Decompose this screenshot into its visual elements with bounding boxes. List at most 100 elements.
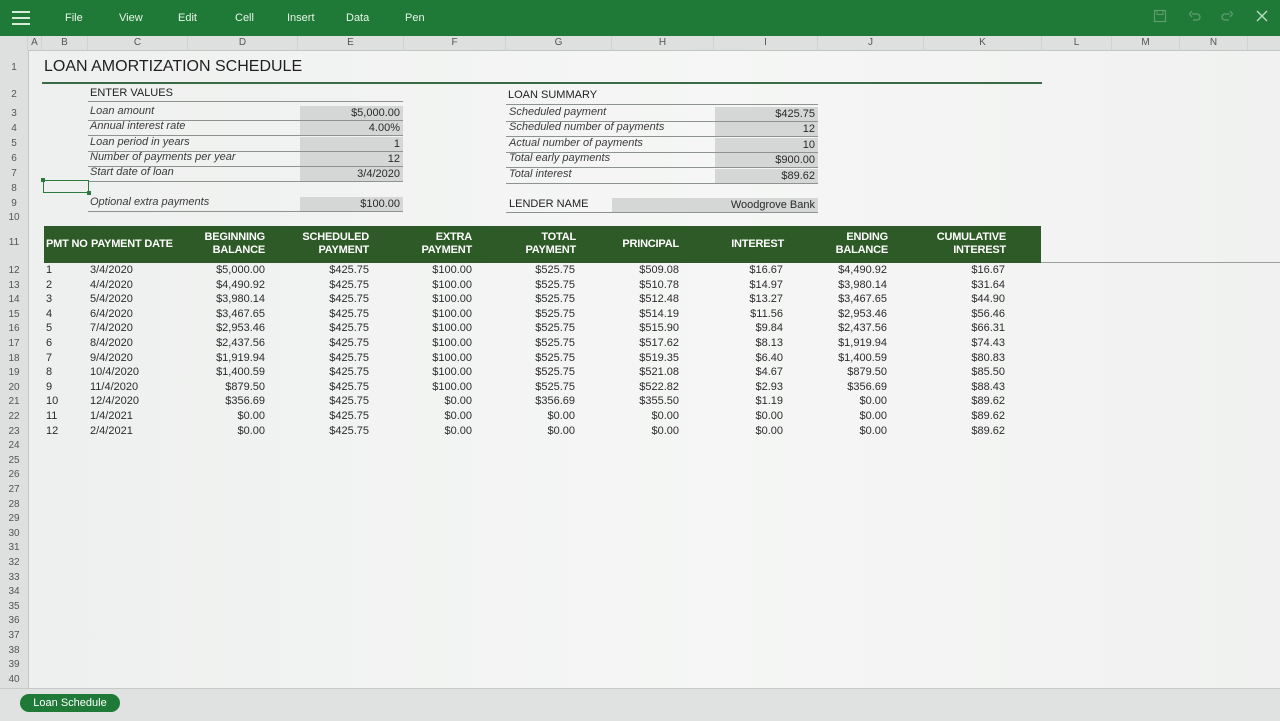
column-header-m[interactable]: M	[1112, 36, 1180, 50]
row-header[interactable]: 19	[0, 367, 28, 379]
table-cell-total[interactable]: $525.75	[535, 351, 575, 365]
row-header[interactable]: 21	[0, 396, 28, 408]
undo-icon[interactable]	[1188, 9, 1202, 23]
table-cell-ending[interactable]: $879.50	[847, 365, 887, 379]
table-cell-total[interactable]: $0.00	[547, 424, 575, 438]
row-header[interactable]: 31	[0, 542, 28, 554]
table-cell-interest[interactable]: $8.13	[755, 336, 783, 350]
table-cell-ending[interactable]: $1,400.59	[838, 351, 887, 365]
table-cell-extra[interactable]: $0.00	[444, 394, 472, 408]
row-header[interactable]: 10	[0, 212, 28, 224]
row-header[interactable]: 14	[0, 294, 28, 306]
table-cell-interest[interactable]: $4.67	[755, 365, 783, 379]
enter-values-input[interactable]: $5,000.00	[300, 106, 403, 120]
table-cell-cumint[interactable]: $89.62	[971, 409, 1005, 423]
table-cell-no[interactable]: 4	[46, 307, 52, 321]
table-cell-interest[interactable]: $11.56	[750, 307, 783, 321]
table-cell-principal[interactable]: $0.00	[651, 424, 679, 438]
table-cell-ending[interactable]: $3,467.65	[838, 292, 887, 306]
table-cell-interest[interactable]: $6.40	[755, 351, 783, 365]
row-header[interactable]: 39	[0, 659, 28, 671]
loan-summary-value[interactable]: $900.00	[715, 153, 818, 168]
table-cell-no[interactable]: 3	[46, 292, 52, 306]
hamburger-icon[interactable]	[12, 11, 30, 25]
column-header-f[interactable]: F	[404, 36, 506, 50]
row-header[interactable]: 18	[0, 353, 28, 365]
table-cell-ending[interactable]: $4,490.92	[838, 263, 887, 277]
table-cell-total[interactable]: $525.75	[535, 321, 575, 335]
table-cell-total[interactable]: $525.75	[535, 278, 575, 292]
table-cell-begin[interactable]: $4,490.92	[216, 278, 265, 292]
row-header[interactable]: 33	[0, 572, 28, 584]
table-cell-principal[interactable]: $0.00	[651, 409, 679, 423]
table-cell-ending[interactable]: $0.00	[859, 424, 887, 438]
table-cell-principal[interactable]: $522.82	[639, 380, 679, 394]
row-header[interactable]: 29	[0, 513, 28, 525]
column-header-h[interactable]: H	[612, 36, 714, 50]
table-cell-sched[interactable]: $425.75	[329, 307, 369, 321]
column-header-j[interactable]: J	[818, 36, 924, 50]
row-header[interactable]: 4	[0, 123, 28, 135]
table-cell-interest[interactable]: $14.97	[749, 278, 783, 292]
table-cell-extra[interactable]: $0.00	[444, 424, 472, 438]
enter-values-input[interactable]: 4.00%	[300, 121, 403, 136]
enter-values-input[interactable]: 3/4/2020	[300, 167, 403, 182]
column-header-e[interactable]: E	[298, 36, 404, 50]
table-cell-begin[interactable]: $3,467.65	[216, 307, 265, 321]
menu-insert[interactable]: Insert	[287, 12, 315, 24]
table-cell-cumint[interactable]: $16.67	[971, 263, 1005, 277]
table-cell-begin[interactable]: $0.00	[237, 424, 265, 438]
table-cell-ending[interactable]: $2,437.56	[838, 321, 887, 335]
table-cell-principal[interactable]: $517.62	[639, 336, 679, 350]
redo-icon[interactable]	[1220, 9, 1234, 23]
table-cell-sched[interactable]: $425.75	[329, 292, 369, 306]
table-cell-date[interactable]: 2/4/2021	[90, 424, 133, 438]
table-cell-cumint[interactable]: $44.90	[971, 292, 1005, 306]
row-header[interactable]: 25	[0, 455, 28, 467]
table-cell-extra[interactable]: $100.00	[432, 292, 472, 306]
table-cell-ending[interactable]: $356.69	[847, 380, 887, 394]
table-cell-sched[interactable]: $425.75	[329, 365, 369, 379]
table-cell-date[interactable]: 5/4/2020	[90, 292, 133, 306]
row-header[interactable]: 15	[0, 309, 28, 321]
table-cell-total[interactable]: $356.69	[535, 394, 575, 408]
menu-data[interactable]: Data	[346, 12, 369, 24]
row-header[interactable]: 40	[0, 674, 28, 686]
table-cell-total[interactable]: $525.75	[535, 307, 575, 321]
selected-cell[interactable]	[41, 178, 91, 195]
column-header-l[interactable]: L	[1042, 36, 1112, 50]
column-header-a[interactable]: A	[28, 36, 42, 50]
table-cell-cumint[interactable]: $31.64	[971, 278, 1005, 292]
table-cell-total[interactable]: $525.75	[535, 336, 575, 350]
table-cell-begin[interactable]: $1,919.94	[216, 351, 265, 365]
sheet-tab-loan-schedule[interactable]: Loan Schedule	[20, 694, 120, 712]
table-cell-extra[interactable]: $100.00	[432, 351, 472, 365]
row-header[interactable]: 16	[0, 323, 28, 335]
table-cell-extra[interactable]: $0.00	[444, 409, 472, 423]
row-header[interactable]: 8	[0, 183, 28, 195]
table-cell-no[interactable]: 1	[46, 263, 52, 277]
row-header[interactable]: 13	[0, 280, 28, 292]
lender-name-input[interactable]: Woodgrove Bank	[612, 198, 818, 212]
column-header-c[interactable]: C	[88, 36, 188, 50]
table-cell-principal[interactable]: $509.08	[639, 263, 679, 277]
table-cell-sched[interactable]: $425.75	[329, 278, 369, 292]
table-cell-total[interactable]: $525.75	[535, 380, 575, 394]
enter-values-input[interactable]: 12	[300, 151, 403, 166]
row-header[interactable]: 20	[0, 382, 28, 394]
table-cell-begin[interactable]: $356.69	[225, 394, 265, 408]
table-cell-cumint[interactable]: $89.62	[971, 394, 1005, 408]
table-cell-date[interactable]: 12/4/2020	[90, 394, 139, 408]
row-header[interactable]: 26	[0, 469, 28, 481]
row-header[interactable]: 37	[0, 630, 28, 642]
row-header[interactable]: 6	[0, 153, 28, 165]
table-cell-principal[interactable]: $519.35	[639, 351, 679, 365]
table-cell-extra[interactable]: $100.00	[432, 365, 472, 379]
row-header[interactable]: 32	[0, 557, 28, 569]
table-cell-date[interactable]: 9/4/2020	[90, 351, 133, 365]
row-header[interactable]: 7	[0, 168, 28, 180]
table-cell-principal[interactable]: $510.78	[639, 278, 679, 292]
row-header[interactable]: 1	[0, 62, 28, 74]
table-cell-extra[interactable]: $100.00	[432, 307, 472, 321]
table-cell-no[interactable]: 11	[46, 409, 57, 423]
